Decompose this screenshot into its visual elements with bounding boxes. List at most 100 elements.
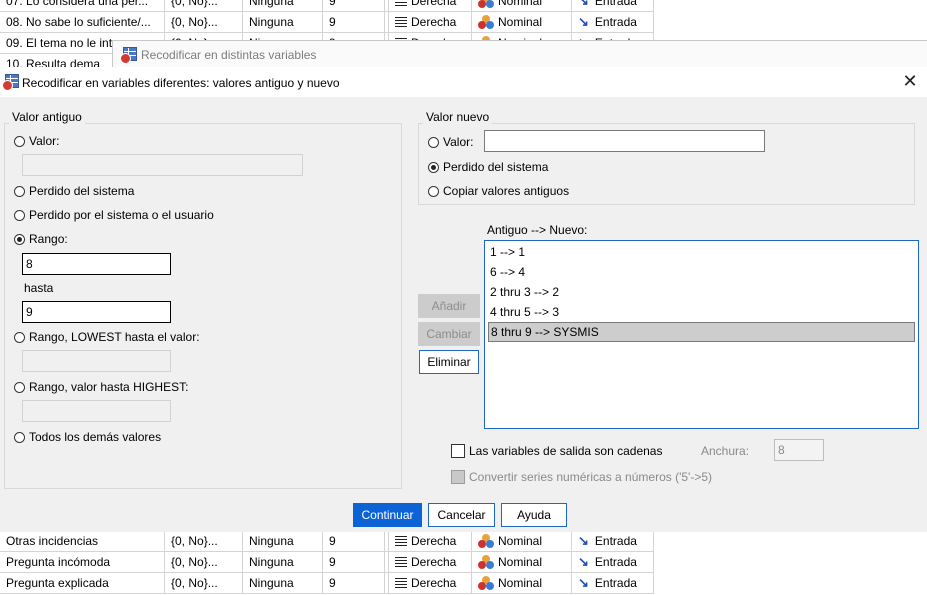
help-button[interactable]: Ayuda xyxy=(501,503,567,527)
nominal-measure-icon xyxy=(478,0,494,8)
add-button[interactable]: Añadir xyxy=(418,294,480,318)
columns-cell-text: 9 xyxy=(329,15,336,29)
role-cell[interactable]: ↘ Entrada xyxy=(572,0,654,11)
input-role-icon: ↘ xyxy=(578,0,589,8)
through-label: hasta xyxy=(24,281,54,295)
change-button[interactable]: Cambiar xyxy=(418,322,480,346)
columns-cell[interactable]: 9 xyxy=(323,12,385,32)
continue-button[interactable]: Continuar xyxy=(353,503,422,527)
old-else-radio[interactable]: Todos los demás valores xyxy=(14,428,161,446)
old-sysmis-radio[interactable]: Perdido del sistema xyxy=(14,182,134,200)
cancel-button[interactable]: Cancelar xyxy=(428,503,495,527)
table-row[interactable]: Pregunta incómoda {0, No}... Ninguna 9 Derec… xyxy=(0,552,654,573)
nominal-measure-icon xyxy=(478,15,494,29)
mapping-list-item[interactable]: 1 --> 1 xyxy=(488,242,525,262)
variable-name-cell-text: 08. No sabe lo suficiente/... xyxy=(6,15,151,29)
align-cell[interactable]: Derecha xyxy=(389,573,472,593)
columns-cell[interactable]: 9 xyxy=(323,573,385,593)
new-value-group-label: Valor nuevo xyxy=(423,110,493,124)
measure-cell[interactable]: Nominal xyxy=(472,12,572,32)
mapping-list-item[interactable]: 8 thru 9 --> SYSMIS xyxy=(488,322,915,342)
align-cell[interactable]: Derecha xyxy=(389,531,472,551)
columns-cell[interactable]: 9 xyxy=(323,531,385,551)
role-cell[interactable]: ↘ Entrada xyxy=(572,573,654,593)
radio-icon xyxy=(14,382,25,393)
values-cell-text: {0, No}... xyxy=(171,534,218,548)
columns-cell-text: 9 xyxy=(329,555,336,569)
new-copy-radio[interactable]: Copiar valores antiguos xyxy=(428,182,569,200)
columns-cell[interactable]: 9 xyxy=(323,0,385,11)
highest-input[interactable] xyxy=(22,400,171,422)
close-icon[interactable]: ✕ xyxy=(899,71,921,93)
role-cell[interactable]: ↘ Entrada xyxy=(572,531,654,551)
old-lowest-radio[interactable]: Rango, LOWEST hasta el valor: xyxy=(14,328,200,346)
input-role-icon: ↘ xyxy=(578,14,589,29)
role-cell[interactable]: ↘ Entrada xyxy=(572,12,654,32)
missing-cell[interactable]: Ninguna xyxy=(243,0,323,11)
align-right-icon xyxy=(395,536,407,546)
variable-name-cell[interactable]: 07. Lo considera una per... xyxy=(0,0,165,11)
range-from-input[interactable]: 8 xyxy=(22,253,171,275)
variable-name-cell[interactable]: Otras incidencias xyxy=(0,531,165,551)
missing-cell[interactable]: Ninguna xyxy=(243,573,323,593)
measure-cell-text: Nominal xyxy=(498,576,543,590)
back-window-title: Recodificar en distintas variables xyxy=(141,48,317,62)
input-role-icon: ↘ xyxy=(578,575,589,590)
mapping-list-item[interactable]: 4 thru 5 --> 3 xyxy=(488,302,559,322)
missing-cell[interactable]: Ninguna xyxy=(243,531,323,551)
values-cell[interactable]: {0, No}... xyxy=(165,531,243,551)
table-row[interactable]: Otras incidencias {0, No}... Ninguna 9 Derec… xyxy=(0,531,654,552)
mapping-list-item[interactable]: 2 thru 3 --> 2 xyxy=(488,282,559,302)
variable-name-cell[interactable]: Pregunta incómoda xyxy=(0,552,165,572)
new-valor-radio[interactable]: Valor: xyxy=(428,133,473,151)
role-cell[interactable]: ↘ Entrada xyxy=(572,552,654,572)
table-row[interactable]: Pregunta explicada {0, No}... Ninguna 9 Dere… xyxy=(0,573,654,594)
back-window-titlebar: Recodificar en distintas variables xyxy=(112,40,927,69)
remove-button[interactable]: Eliminar xyxy=(419,350,479,374)
measure-cell[interactable]: Nominal xyxy=(472,552,572,572)
old-range-radio[interactable]: Rango: xyxy=(14,230,68,248)
mapping-list-item[interactable]: 6 --> 4 xyxy=(488,262,525,282)
lowest-input[interactable] xyxy=(22,350,171,372)
columns-cell-text: 9 xyxy=(329,576,336,590)
align-cell[interactable]: Derecha xyxy=(389,12,472,32)
table-row[interactable]: 07. Lo considera una per... {0, No}... Nin… xyxy=(0,0,654,12)
cell-separator xyxy=(385,531,389,551)
recode-app-icon xyxy=(2,74,19,91)
measure-cell[interactable]: Nominal xyxy=(472,531,572,551)
string-output-checkbox[interactable] xyxy=(451,444,465,458)
measure-cell[interactable]: Nominal xyxy=(472,573,572,593)
nominal-measure-icon xyxy=(478,555,494,569)
columns-cell[interactable]: 9 xyxy=(323,552,385,572)
align-cell[interactable]: Derecha xyxy=(389,552,472,572)
measure-cell[interactable]: Nominal xyxy=(472,0,572,11)
old-sys-or-user-radio[interactable]: Perdido por el sistema o el usuario xyxy=(14,206,214,224)
missing-cell[interactable]: Ninguna xyxy=(243,12,323,32)
missing-cell[interactable]: Ninguna xyxy=(243,552,323,572)
measure-cell-text: Nominal xyxy=(498,534,543,548)
missing-cell-text: Ninguna xyxy=(249,0,294,8)
new-valor-input[interactable] xyxy=(484,130,765,152)
variable-name-cell[interactable]: 08. No sabe lo suficiente/... xyxy=(0,12,165,32)
table-row[interactable]: 08. No sabe lo suficiente/... {0, No}... N… xyxy=(0,12,654,33)
values-cell-text: {0, No}... xyxy=(171,0,218,8)
variable-name-cell[interactable]: Pregunta explicada xyxy=(0,573,165,593)
values-cell[interactable]: {0, No}... xyxy=(165,573,243,593)
convert-numeric-checkbox[interactable] xyxy=(451,470,465,484)
mapping-list[interactable]: 1 --> 16 --> 42 thru 3 --> 24 thru 5 -->… xyxy=(484,240,919,429)
new-sysmis-radio[interactable]: Perdido del sistema xyxy=(428,158,548,176)
old-highest-radio[interactable]: Rango, valor hasta HIGHEST: xyxy=(14,378,188,396)
range-to-input[interactable]: 9 xyxy=(22,301,171,323)
values-cell[interactable]: {0, No}... xyxy=(165,0,243,11)
measure-cell-text: Nominal xyxy=(498,555,543,569)
width-input[interactable]: 8 xyxy=(774,439,824,461)
cell-separator xyxy=(385,12,389,32)
missing-cell-text: Ninguna xyxy=(249,576,294,590)
old-valor-radio[interactable]: Valor: xyxy=(14,132,59,150)
values-cell[interactable]: {0, No}... xyxy=(165,552,243,572)
old-valor-input[interactable] xyxy=(22,154,303,176)
align-cell[interactable]: Derecha xyxy=(389,0,472,11)
align-cell-text: Derecha xyxy=(411,15,457,29)
values-cell[interactable]: {0, No}... xyxy=(165,12,243,32)
align-right-icon xyxy=(395,578,407,588)
